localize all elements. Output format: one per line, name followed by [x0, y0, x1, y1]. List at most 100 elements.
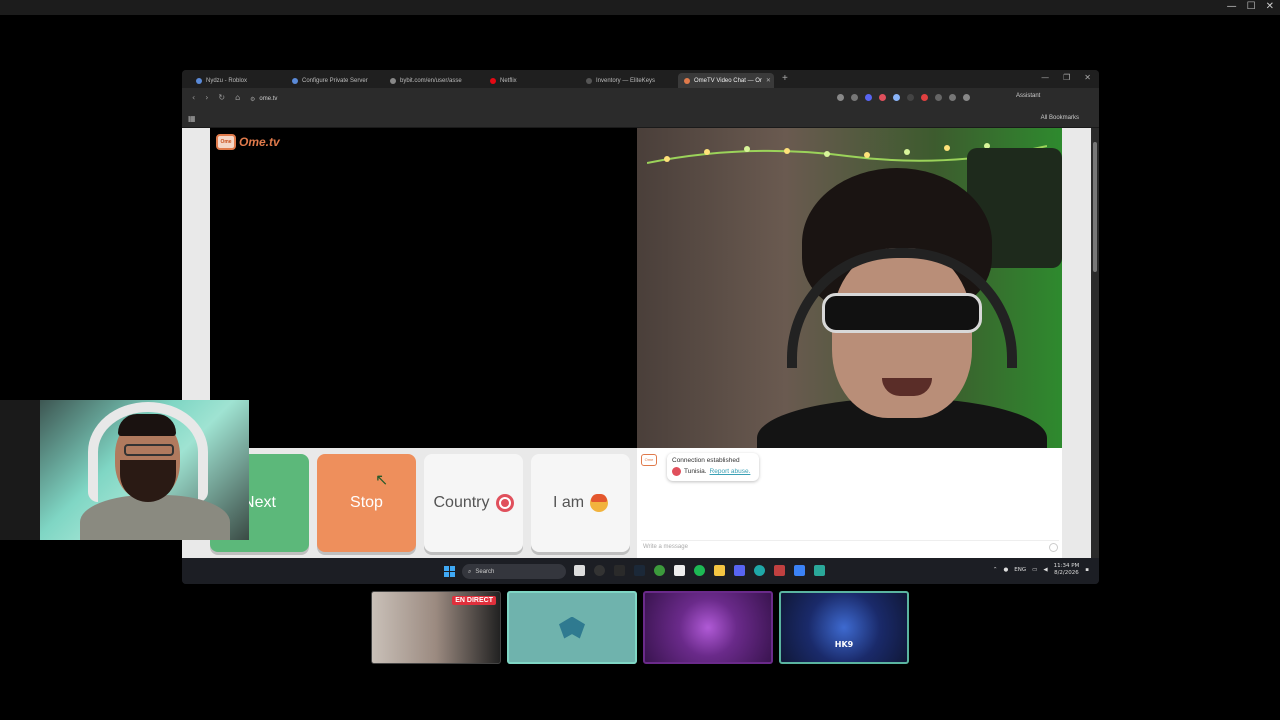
thumbnail-wolf-logo[interactable]	[507, 591, 637, 664]
microphone-icon[interactable]: ●	[1003, 567, 1008, 573]
hk9-label: HK9	[834, 640, 854, 649]
app-icon[interactable]	[794, 565, 805, 576]
country-button[interactable]: Country	[424, 454, 523, 552]
thumbnail-purple-avatar[interactable]	[643, 591, 773, 664]
task-view-icon[interactable]	[574, 565, 585, 576]
background-shelf	[0, 400, 40, 540]
face-emoji-icon	[590, 494, 609, 512]
tab-bybit[interactable]: bybit.com/en/user/asse	[384, 73, 476, 88]
tab-label: Configure Private Server	[302, 77, 368, 84]
emoji-icon[interactable]	[1049, 543, 1058, 552]
assistant-label: Assistant	[1016, 93, 1041, 99]
network-icon[interactable]: ▭	[1032, 567, 1037, 573]
page-scrollbar[interactable]	[1091, 128, 1099, 558]
maximize-icon[interactable]: ☐	[1247, 1, 1256, 12]
taskbar-apps	[574, 565, 825, 576]
stop-label: Stop	[350, 494, 383, 511]
partner-country: Tunisia.	[684, 468, 707, 475]
ometv-logo[interactable]: Ome Ome.tv	[216, 134, 280, 150]
xbox-icon[interactable]	[654, 565, 665, 576]
volume-icon[interactable]: ◀	[1043, 567, 1047, 573]
clock-date: 8/2/2026	[1054, 570, 1079, 576]
tab-elitekeys[interactable]: Inventory — EliteKeys	[580, 73, 672, 88]
windows-start-icon[interactable]	[444, 566, 455, 577]
bookmark-star-icon[interactable]	[837, 94, 844, 101]
tab-label: Inventory — EliteKeys	[596, 77, 656, 84]
site-info-icon[interactable]: ⚙	[250, 96, 255, 103]
extension-icon[interactable]	[921, 94, 928, 101]
discord-icon[interactable]	[734, 565, 745, 576]
steam-icon[interactable]	[634, 565, 645, 576]
report-abuse-link[interactable]: Report abuse.	[710, 468, 751, 475]
chat-panel: Ome Connection established Tunisia. Repo…	[637, 448, 1062, 558]
taskbar-search[interactable]: ⌕ Search	[462, 564, 566, 579]
tab-close-icon[interactable]: ✕	[766, 77, 771, 84]
tab-roblox[interactable]: Nydzu - Roblox	[190, 73, 282, 88]
tab-netflix[interactable]: Netflix	[484, 73, 576, 88]
file-explorer-icon[interactable]	[714, 565, 725, 576]
system-tray: ⌃ ● ENG ▭ ◀ 11:34 PM 8/2/2026 ▪	[993, 563, 1089, 577]
streamer-webcam-overlay	[0, 400, 249, 540]
country-label: Country	[433, 494, 490, 511]
tab-label: OmeTV Video Chat — Or	[694, 77, 762, 84]
roblox-favicon-icon	[292, 77, 298, 84]
live-badge: EN DIRECT	[452, 596, 496, 605]
app-icon[interactable]	[614, 565, 625, 576]
ometv-logo-icon: Ome	[216, 134, 236, 150]
notifications-icon[interactable]: ▪	[1085, 567, 1089, 573]
thumbnail-hk9[interactable]: HK9	[779, 591, 909, 664]
tab-private-server[interactable]: Configure Private Server	[286, 73, 378, 88]
close-icon[interactable]: ✕	[1266, 1, 1274, 12]
elitekeys-favicon-icon	[586, 77, 592, 84]
tray-overflow-icon[interactable]: ⌃	[993, 567, 998, 573]
tab-label: bybit.com/en/user/asse	[400, 77, 462, 84]
clock[interactable]: 11:34 PM 8/2/2026	[1054, 563, 1080, 577]
mouse-cursor-icon: ↖	[375, 470, 389, 489]
browser-restore-icon[interactable]: ❐	[1063, 73, 1070, 82]
scrollbar-thumb[interactable]	[1093, 142, 1097, 272]
extension-icon[interactable]	[865, 94, 872, 101]
gender-button[interactable]: I am	[531, 454, 630, 552]
edge-icon[interactable]	[754, 565, 765, 576]
all-bookmarks-button[interactable]: All Bookmarks	[1041, 115, 1079, 121]
extension-icon[interactable]	[935, 94, 942, 101]
gender-label: I am	[552, 494, 585, 511]
app-icon[interactable]	[814, 565, 825, 576]
extensions-area	[837, 94, 970, 101]
language-indicator[interactable]: ENG	[1014, 567, 1026, 573]
home-icon[interactable]: ⌂	[235, 93, 240, 102]
extension-icon[interactable]	[907, 94, 914, 101]
reload-icon[interactable]: ↻	[218, 93, 225, 102]
local-video: Ome Ome.tv	[210, 128, 637, 448]
message-input[interactable]: Write a message	[641, 540, 1059, 554]
spotify-icon[interactable]	[694, 565, 705, 576]
browser-minimize-icon[interactable]: —	[1041, 73, 1049, 82]
calendar-icon[interactable]	[674, 565, 685, 576]
extension-icon[interactable]	[949, 94, 956, 101]
browser-close-icon[interactable]: ✕	[1084, 73, 1091, 82]
tab-strip: Nydzu - Roblox Configure Private Server …	[182, 70, 1099, 88]
bookmarks-bar: ▦ All Bookmarks	[182, 110, 1099, 128]
extension-icon[interactable]	[879, 94, 886, 101]
ometv-chat-icon: Ome	[641, 454, 657, 466]
address-bar[interactable]: ⚙ ome.tv	[250, 92, 830, 106]
connection-status: Connection established	[672, 457, 740, 464]
app-icon[interactable]	[774, 565, 785, 576]
stop-button[interactable]: ↖ Stop	[317, 454, 416, 552]
minimize-icon[interactable]: —	[1227, 1, 1237, 12]
system-message: Connection established Tunisia. Report a…	[667, 453, 759, 481]
extension-icon[interactable]	[893, 94, 900, 101]
thumbnail-live-stream[interactable]: EN DIRECT	[371, 591, 501, 664]
remote-video	[637, 128, 1062, 448]
apps-grid-icon[interactable]: ▦	[188, 114, 196, 123]
back-icon[interactable]: ‹	[192, 93, 195, 102]
sunglasses	[822, 293, 982, 333]
extensions-puzzle-icon[interactable]	[963, 94, 970, 101]
new-tab-button[interactable]: +	[782, 73, 788, 84]
logo-text: Ome.tv	[239, 135, 280, 149]
obs-icon[interactable]	[594, 565, 605, 576]
assistant-button[interactable]: Assistant	[1016, 93, 1040, 99]
tab-ometv[interactable]: OmeTV Video Chat — Or ✕	[678, 73, 774, 88]
forward-icon[interactable]: ›	[205, 93, 208, 102]
share-icon[interactable]	[851, 94, 858, 101]
